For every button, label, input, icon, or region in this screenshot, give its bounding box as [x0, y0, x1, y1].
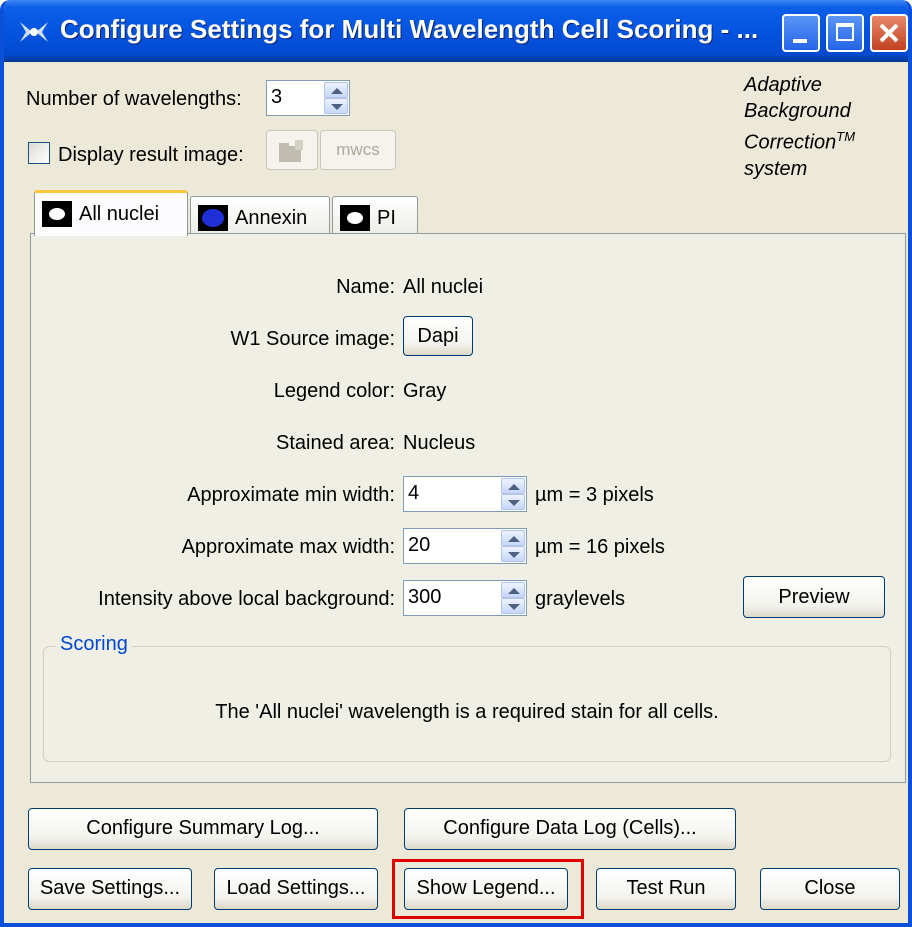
- window-title: Configure Settings for Multi Wavelength …: [60, 14, 759, 44]
- abc-logo: Adaptive Background CorrectionTM system: [744, 72, 855, 182]
- tab-label: All nuclei: [79, 203, 160, 225]
- close-window-button[interactable]: [870, 14, 908, 52]
- scoring-group: Scoring The 'All nuclei' wavelength is a…: [43, 633, 891, 762]
- min-width-spinner[interactable]: 4: [403, 476, 527, 512]
- save-settings-button[interactable]: Save Settings...: [28, 868, 192, 910]
- spin-up-button[interactable]: [501, 478, 525, 494]
- stained-area-label: Stained area:: [276, 432, 395, 454]
- stained-area-value: Nucleus: [403, 432, 476, 454]
- folder-icon: [279, 140, 303, 162]
- source-image-label: W1 Source image:: [230, 328, 395, 350]
- up-arrow-icon: [331, 88, 343, 94]
- maximize-icon: [836, 23, 854, 41]
- spin-up-button[interactable]: [324, 82, 348, 98]
- swatch-icon: [42, 201, 72, 227]
- min-width-label: Approximate min width:: [187, 484, 395, 506]
- swatch-icon: [198, 205, 228, 231]
- source-image-button[interactable]: Dapi: [403, 316, 473, 356]
- configure-summary-log-button[interactable]: Configure Summary Log...: [28, 808, 378, 850]
- load-settings-button[interactable]: Load Settings...: [214, 868, 378, 910]
- mwcs-button[interactable]: mwcs: [320, 130, 396, 170]
- down-arrow-icon: [508, 552, 520, 558]
- logo-line-1: Adaptive: [744, 74, 822, 96]
- app-icon: [20, 22, 48, 42]
- intensity-value[interactable]: 300: [408, 586, 441, 609]
- logo-line-3: Correction: [744, 131, 837, 154]
- test-run-button[interactable]: Test Run: [596, 868, 736, 910]
- settings-window: Configure Settings for Multi Wavelength …: [0, 0, 912, 927]
- swatch-icon: [340, 205, 370, 231]
- preview-button[interactable]: Preview: [743, 576, 885, 618]
- up-arrow-icon: [508, 484, 520, 490]
- tab-panel: Name: All nuclei W1 Source image: Dapi L…: [30, 233, 906, 783]
- down-arrow-icon: [508, 604, 520, 610]
- spin-down-button[interactable]: [324, 98, 348, 114]
- num-wavelengths-spinner[interactable]: 3: [266, 80, 350, 116]
- maximize-button[interactable]: [826, 14, 864, 52]
- legend-color-value: Gray: [403, 380, 447, 402]
- legend-color-label: Legend color:: [273, 380, 395, 402]
- tab-all-nuclei[interactable]: All nuclei: [34, 190, 188, 236]
- minimize-icon: [793, 39, 807, 43]
- tab-label: Annexin: [235, 207, 308, 229]
- highlight-box: [392, 859, 584, 919]
- display-result-checkbox[interactable]: [28, 142, 50, 164]
- down-arrow-icon: [331, 104, 343, 110]
- tab-annexin[interactable]: Annexin: [190, 196, 330, 238]
- up-arrow-icon: [508, 536, 520, 542]
- tab-pi[interactable]: PI: [332, 196, 418, 238]
- max-width-suffix: µm = 16 pixels: [535, 536, 665, 558]
- min-width-suffix: µm = 3 pixels: [535, 484, 654, 506]
- max-width-value[interactable]: 20: [408, 534, 430, 557]
- spin-down-button[interactable]: [501, 598, 525, 614]
- min-width-value[interactable]: 4: [408, 482, 419, 505]
- intensity-spinner[interactable]: 300: [403, 580, 527, 616]
- up-arrow-icon: [508, 588, 520, 594]
- spin-down-button[interactable]: [501, 494, 525, 510]
- logo-line-2: Background: [744, 100, 851, 122]
- minimize-button[interactable]: [782, 14, 820, 52]
- trademark: TM: [836, 129, 856, 144]
- spin-up-button[interactable]: [501, 582, 525, 598]
- close-icon: [879, 23, 899, 43]
- close-button[interactable]: Close: [760, 868, 900, 910]
- intensity-label: Intensity above local background:: [98, 588, 395, 610]
- name-value: All nuclei: [403, 276, 484, 298]
- max-width-spinner[interactable]: 20: [403, 528, 527, 564]
- scoring-message: The 'All nuclei' wavelength is a require…: [215, 701, 719, 723]
- max-width-label: Approximate max width:: [181, 536, 395, 558]
- name-label: Name:: [336, 276, 395, 298]
- configure-data-log-button[interactable]: Configure Data Log (Cells)...: [404, 808, 736, 850]
- spin-up-button[interactable]: [501, 530, 525, 546]
- intensity-suffix: graylevels: [535, 588, 626, 610]
- down-arrow-icon: [508, 500, 520, 506]
- spin-down-button[interactable]: [501, 546, 525, 562]
- display-result-label: Display result image:: [58, 144, 244, 166]
- open-image-button[interactable]: [266, 130, 318, 170]
- num-wavelengths-label: Number of wavelengths:: [26, 88, 242, 110]
- scoring-title: Scoring: [56, 633, 132, 656]
- num-wavelengths-value[interactable]: 3: [271, 86, 282, 109]
- logo-line-4: system: [744, 157, 808, 180]
- title-bar[interactable]: Configure Settings for Multi Wavelength …: [4, 0, 908, 62]
- tab-label: PI: [377, 207, 396, 229]
